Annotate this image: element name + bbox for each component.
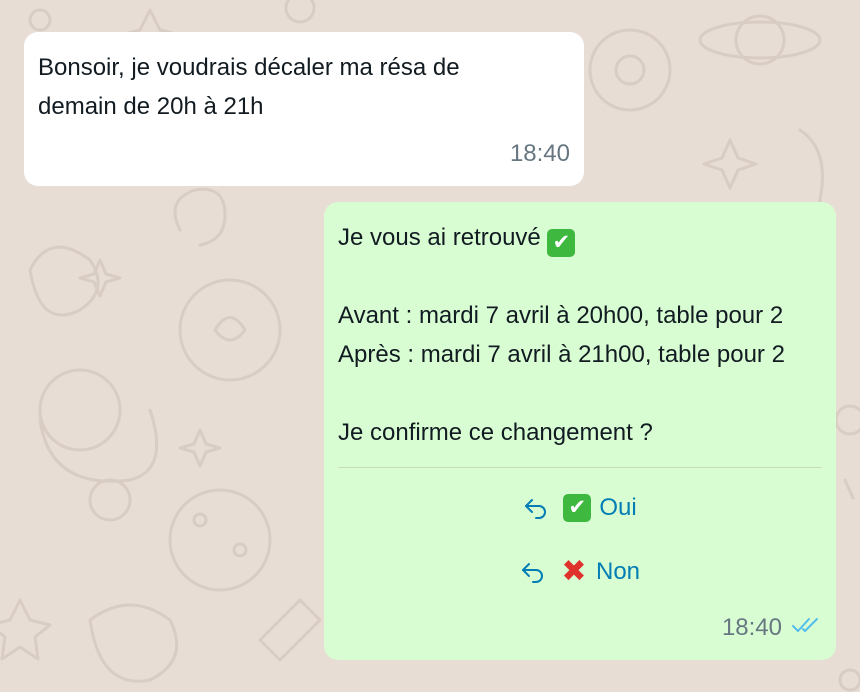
incoming-timestamp: 18:40: [509, 140, 570, 167]
outgoing-line-1: Je vous ai retrouvé ✔: [338, 218, 828, 257]
quick-reply-non-label: Non: [595, 558, 641, 585]
check-mark-emoji-icon: ✔: [547, 229, 576, 257]
incoming-message-text: Bonsoir, je voudrais décaler ma résa de …: [38, 48, 570, 126]
reply-arrow-icon: [520, 561, 546, 583]
outgoing-line-avant: Avant : mardi 7 avril à 20h00, table pou…: [338, 302, 784, 329]
outgoing-line-question: Je confirme ce changement ?: [338, 419, 653, 446]
buttons-divider: [338, 467, 822, 468]
outgoing-line-1-text: Je vous ai retrouvé: [338, 224, 541, 251]
outgoing-timestamp: 18:40: [721, 614, 782, 641]
double-check-read-icon: [791, 617, 821, 638]
check-mark-emoji-icon: ✔: [563, 494, 592, 522]
quick-reply-non-button[interactable]: ✖ Non: [324, 548, 836, 596]
cross-mark-emoji-icon: ✖: [561, 555, 587, 588]
outgoing-line-apres: Après : mardi 7 avril à 21h00, table pou…: [338, 341, 785, 368]
outgoing-message-bubble: Je vous ai retrouvé ✔ Avant : mardi 7 av…: [324, 202, 836, 660]
quick-reply-oui-button[interactable]: ✔ Oui: [324, 484, 836, 532]
incoming-line-1: Bonsoir, je voudrais décaler ma résa de: [38, 54, 460, 81]
incoming-line-2: demain de 20h à 21h: [38, 93, 264, 120]
outgoing-message-text: Je vous ai retrouvé ✔ Avant : mardi 7 av…: [338, 218, 828, 452]
incoming-message-bubble: Bonsoir, je voudrais décaler ma résa de …: [24, 32, 584, 186]
quick-reply-oui-label: Oui: [599, 494, 637, 521]
reply-arrow-icon: [523, 497, 549, 519]
